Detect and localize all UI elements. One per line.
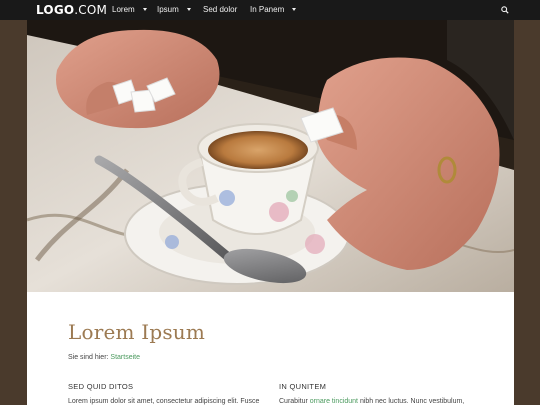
logo-thin-text: .COM — [74, 3, 108, 17]
chevron-down-icon — [292, 8, 297, 11]
nav-item-ipsum[interactable]: Ipsum — [157, 5, 191, 14]
column-text: Curabitur ornare tincidunt nibh nec luct… — [279, 398, 464, 405]
column-text-after: nibh nec luctus. Nunc vestibulum, — [359, 398, 465, 405]
column-heading-sed-quid-ditos: SED QUID DITOS — [68, 382, 134, 391]
hero-image — [27, 20, 514, 292]
search-icon — [501, 6, 509, 14]
top-navigation-bar: LOGO.COM Lorem Ipsum Sed dolor In Panem — [0, 0, 540, 20]
nav-item-label: Lorem — [112, 5, 135, 14]
column-heading-in-qunitem: IN QUNITEM — [279, 382, 327, 391]
nav-item-label: Sed dolor — [203, 5, 238, 14]
inline-link-ornare-tincidunt[interactable]: ornare tincidunt — [310, 398, 358, 405]
column-text: Lorem ipsum dolor sit amet, consectetur … — [68, 398, 260, 405]
breadcrumb: Sie sind hier: Startseite — [68, 354, 140, 361]
chevron-down-icon — [186, 8, 191, 11]
search-button[interactable] — [499, 4, 511, 16]
main-content: Lorem Ipsum Sie sind hier: Startseite SE… — [27, 292, 514, 405]
breadcrumb-link-startseite[interactable]: Startseite — [110, 354, 140, 361]
logo-bold-text: LOGO — [36, 3, 75, 17]
chevron-down-icon — [142, 8, 147, 11]
nav-item-label: In Panem — [250, 5, 285, 14]
column-text-before: Curabitur — [279, 398, 308, 405]
nav-item-label: Ipsum — [157, 5, 179, 14]
site-logo[interactable]: LOGO.COM — [36, 3, 107, 17]
nav-item-in-panem[interactable]: In Panem — [250, 5, 297, 14]
page-title: Lorem Ipsum — [68, 320, 206, 344]
nav-item-lorem[interactable]: Lorem — [112, 5, 147, 14]
breadcrumb-prefix: Sie sind hier: — [68, 354, 109, 361]
nav-item-sed-dolor[interactable]: Sed dolor — [203, 5, 237, 14]
